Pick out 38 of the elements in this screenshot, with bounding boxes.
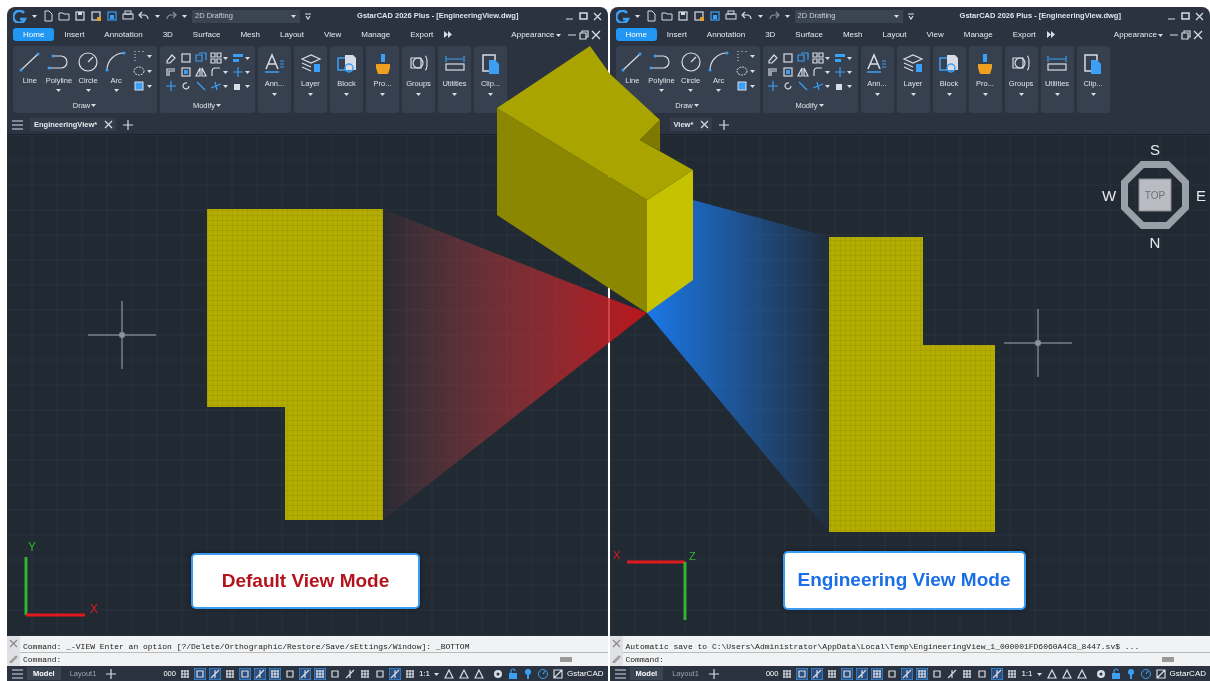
axis-label: Y xyxy=(28,540,36,554)
annotation-scale[interactable]: 1:1 xyxy=(1021,667,1033,680)
ribbon-tab[interactable]: Manage xyxy=(953,28,1003,41)
view-mode-label: Default View Mode xyxy=(191,553,420,609)
command-prompt: Command: xyxy=(624,654,664,666)
annotation-scale[interactable]: 1:1 xyxy=(418,667,430,680)
ribbon-tab[interactable]: Annotation xyxy=(696,28,756,41)
ribbon-tab[interactable]: Manage xyxy=(351,28,401,41)
compass-label[interactable]: N xyxy=(1149,234,1160,251)
ribbon-tab[interactable]: Surface xyxy=(785,28,833,41)
compass-label[interactable]: W xyxy=(1101,187,1116,204)
ribbon-tab[interactable]: Mesh xyxy=(832,28,873,41)
command-history: Automatic save to C:\Users\Administrator\AppData\Local\Temp\EngineeringView_1_000001FD6060A4C8_8447.sv$ ... xyxy=(622,640,1210,653)
view-mode-label: Engineering View Mode xyxy=(782,551,1026,610)
ribbon-tab[interactable]: Insert xyxy=(54,28,95,41)
ribbon-tab[interactable]: Layout xyxy=(270,28,315,41)
axis-label: X xyxy=(90,602,98,616)
axis-label: Z xyxy=(688,550,696,562)
appearance-menu[interactable]: Appearance xyxy=(507,29,566,40)
appearance-menu[interactable]: Appearance xyxy=(1109,29,1168,40)
axis-label: X xyxy=(612,549,620,561)
ribbon-tab[interactable]: Mesh xyxy=(230,28,270,41)
ribbon-tab[interactable]: Surface xyxy=(182,28,231,41)
ribbon-tab[interactable]: Export xyxy=(400,28,444,41)
command-prompt: Command: xyxy=(22,654,62,666)
compass-label[interactable]: E xyxy=(1195,187,1206,204)
ribbon-tab[interactable]: View xyxy=(314,28,352,41)
command-history: Command: _-VIEW Enter an option [?/Delete/Orthographic/Restore/Save/sEttings/Window]: _BOTTOM xyxy=(20,640,608,653)
ribbon-tab[interactable]: Annotation xyxy=(94,28,153,41)
brand-label: GstarCAD xyxy=(567,667,604,680)
ribbon-tab[interactable]: 3D xyxy=(152,28,183,41)
ribbon-tab[interactable]: 3D xyxy=(755,28,786,41)
ribbon-tab[interactable]: View xyxy=(916,28,954,41)
ribbon-tab[interactable]: Export xyxy=(1002,28,1046,41)
ribbon-tab[interactable]: Insert xyxy=(656,28,697,41)
brand-label: GstarCAD xyxy=(1169,667,1206,680)
ribbon-tab[interactable]: Layout xyxy=(872,28,917,41)
compass-label[interactable]: S xyxy=(1149,141,1160,158)
